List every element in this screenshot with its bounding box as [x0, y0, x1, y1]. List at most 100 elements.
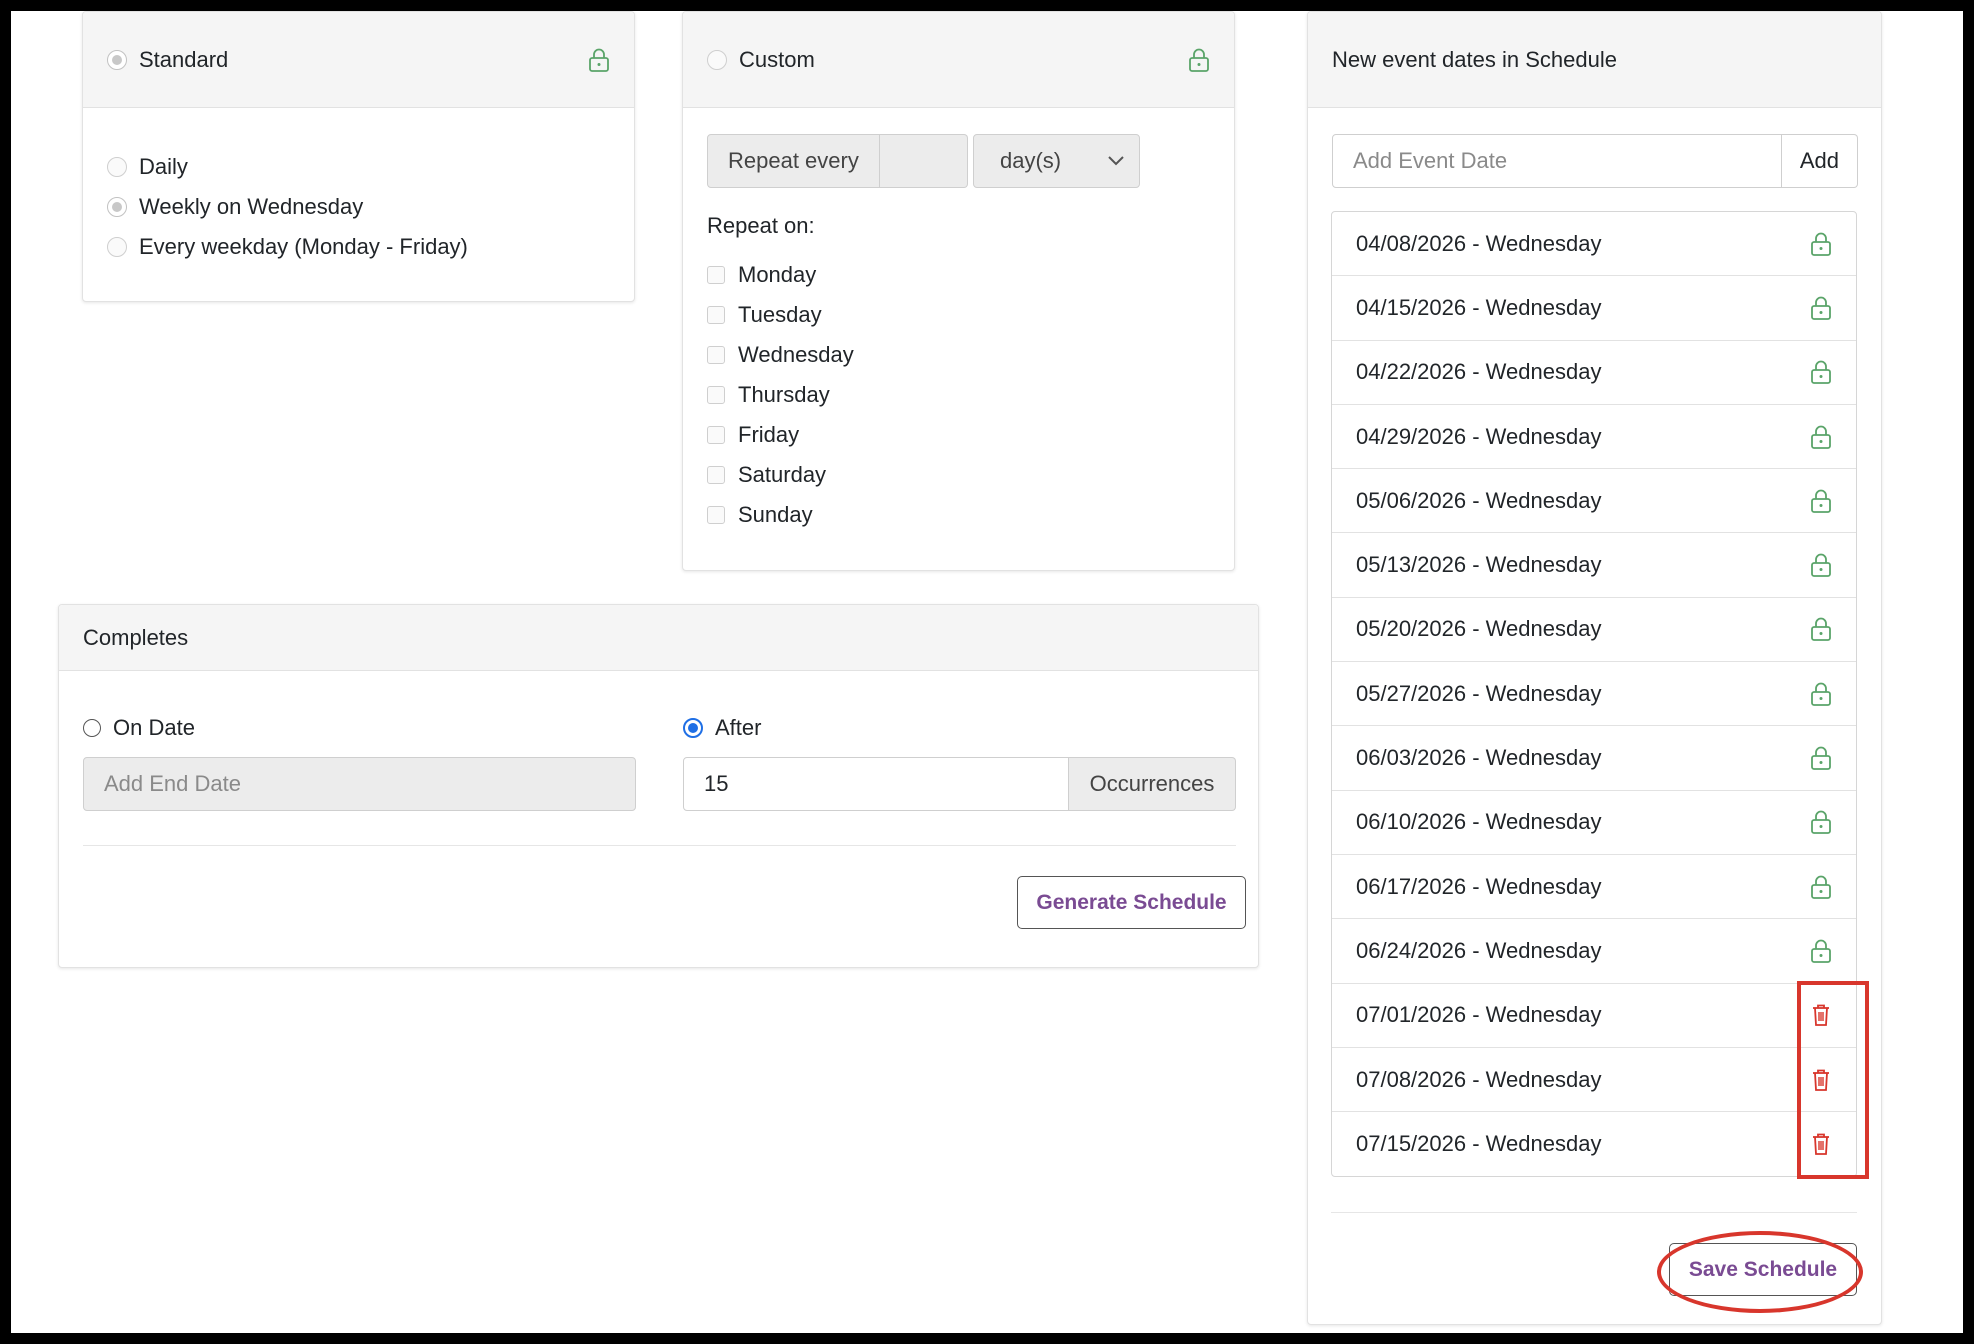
event-date-label: 06/17/2026 - Wednesday: [1356, 873, 1602, 899]
option-weekday[interactable]: Every weekday (Monday - Friday): [107, 234, 468, 260]
lock-icon: [1811, 360, 1831, 385]
event-date-label: 07/08/2026 - Wednesday: [1356, 1066, 1602, 1092]
lock-icon: [1811, 682, 1831, 706]
occurrences-group: 15 Occurrences: [683, 757, 1236, 811]
event-date-label: 05/13/2026 - Wednesday: [1356, 552, 1602, 578]
end-date-input[interactable]: Add End Date: [83, 757, 636, 811]
event-date-label: 04/08/2026 - Wednesday: [1356, 230, 1602, 256]
day-monday[interactable]: Monday: [707, 262, 816, 288]
thursday-checkbox[interactable]: [707, 386, 725, 404]
on-date-option[interactable]: On Date: [83, 715, 195, 741]
day-tuesday[interactable]: Tuesday: [707, 302, 822, 328]
day-label: Tuesday: [738, 302, 822, 327]
lock-icon: [1811, 489, 1831, 513]
wednesday-checkbox[interactable]: [707, 346, 725, 364]
event-date-row: 04/22/2026 - Wednesday: [1332, 341, 1856, 405]
after-radio[interactable]: [683, 718, 703, 738]
custom-header: Custom: [683, 12, 1234, 108]
generate-schedule-button[interactable]: Generate Schedule: [1017, 876, 1246, 929]
option-daily[interactable]: Daily: [107, 154, 188, 180]
trash-icon[interactable]: [1810, 1132, 1832, 1156]
event-date-row: 05/13/2026 - Wednesday: [1332, 533, 1856, 598]
option-label: Every weekday (Monday - Friday): [139, 234, 468, 259]
add-button[interactable]: Add: [1781, 134, 1858, 188]
friday-checkbox[interactable]: [707, 426, 725, 444]
after-option[interactable]: After: [683, 715, 761, 741]
event-date-label: 07/15/2026 - Wednesday: [1356, 1131, 1602, 1157]
day-wednesday[interactable]: Wednesday: [707, 342, 854, 368]
lock-icon: [1811, 425, 1831, 449]
after-label: After: [715, 715, 762, 740]
option-label: Daily: [139, 154, 188, 179]
day-saturday[interactable]: Saturday: [707, 462, 826, 488]
event-date-label: 07/01/2026 - Wednesday: [1356, 1002, 1602, 1028]
standard-radio[interactable]: [107, 49, 127, 70]
option-weekly[interactable]: Weekly on Wednesday: [107, 194, 363, 220]
completes-card: Completes On Date Add End Date After 15 …: [58, 604, 1259, 968]
event-date-row: 05/20/2026 - Wednesday: [1332, 598, 1856, 663]
repeat-every-input[interactable]: [879, 134, 968, 188]
tuesday-checkbox[interactable]: [707, 306, 725, 324]
on-date-radio[interactable]: [83, 719, 101, 737]
event-date-row: 06/24/2026 - Wednesday: [1332, 919, 1856, 984]
lock-icon: [589, 48, 609, 72]
repeat-every-group: Repeat every: [707, 134, 968, 188]
chevron-down-icon: [1108, 156, 1124, 166]
day-friday[interactable]: Friday: [707, 422, 799, 448]
day-label: Saturday: [738, 462, 827, 487]
add-event-date-placeholder: Add Event Date: [1353, 148, 1508, 173]
lock-icon: [1811, 618, 1831, 642]
standard-title: Standard: [139, 46, 229, 72]
weekly-radio[interactable]: [107, 197, 127, 217]
add-event-date-input[interactable]: Add Event Date: [1332, 134, 1782, 188]
occurrences-input[interactable]: 15: [683, 757, 1069, 811]
event-date-row: 07/15/2026 - Wednesday: [1332, 1112, 1856, 1176]
option-label: Weekly on Wednesday: [139, 194, 364, 219]
day-label: Sunday: [738, 502, 813, 527]
lock-icon: [1811, 296, 1831, 320]
day-sunday[interactable]: Sunday: [707, 502, 813, 528]
custom-title: Custom: [739, 46, 815, 72]
weekday-radio[interactable]: [107, 237, 127, 257]
completes-header: Completes: [59, 605, 1258, 671]
event-date-label: 04/22/2026 - Wednesday: [1356, 359, 1602, 385]
schedule-title: New event dates in Schedule: [1332, 46, 1617, 72]
custom-card: Custom Repeat every day(s) Repeat on: Mo…: [682, 11, 1235, 571]
custom-radio[interactable]: [707, 49, 727, 70]
on-date-label: On Date: [113, 715, 195, 740]
sunday-checkbox[interactable]: [707, 506, 725, 524]
add-event-date-group: Add Event Date Add: [1332, 134, 1858, 188]
schedule-header: New event dates in Schedule: [1308, 12, 1881, 108]
completes-title: Completes: [83, 624, 189, 650]
event-date-row: 06/10/2026 - Wednesday: [1332, 791, 1856, 855]
daily-radio[interactable]: [107, 157, 127, 177]
event-date-row: 04/15/2026 - Wednesday: [1332, 276, 1856, 341]
trash-icon[interactable]: [1810, 1068, 1832, 1092]
repeat-on-label: Repeat on:: [707, 213, 815, 238]
schedule-divider: [1331, 1212, 1857, 1213]
event-date-label: 05/27/2026 - Wednesday: [1356, 680, 1602, 706]
lock-icon: [1189, 48, 1209, 72]
unit-select[interactable]: day(s): [973, 134, 1140, 188]
event-date-row: 06/03/2026 - Wednesday: [1332, 726, 1856, 791]
save-schedule-button[interactable]: Save Schedule: [1669, 1243, 1857, 1296]
lock-icon: [1811, 232, 1831, 256]
standard-header: Standard: [83, 12, 634, 108]
standard-card: Standard Daily Weekly on Wednesday Every…: [82, 11, 635, 302]
event-date-label: 04/15/2026 - Wednesday: [1356, 294, 1602, 320]
monday-checkbox[interactable]: [707, 266, 725, 284]
end-date-placeholder: Add End Date: [104, 771, 241, 796]
day-thursday[interactable]: Thursday: [707, 382, 830, 408]
day-label: Friday: [738, 422, 800, 447]
repeat-every-label: Repeat every: [707, 134, 880, 188]
lock-icon: [1811, 746, 1831, 770]
event-date-row: 04/29/2026 - Wednesday: [1332, 405, 1856, 470]
saturday-checkbox[interactable]: [707, 466, 725, 484]
day-label: Wednesday: [738, 342, 854, 367]
event-date-row: 06/17/2026 - Wednesday: [1332, 855, 1856, 920]
event-date-label: 06/10/2026 - Wednesday: [1356, 809, 1602, 835]
event-date-label: 06/03/2026 - Wednesday: [1356, 745, 1602, 771]
trash-icon[interactable]: [1810, 1003, 1832, 1027]
lock-icon: [1811, 553, 1831, 578]
event-date-row: 07/01/2026 - Wednesday: [1332, 984, 1856, 1048]
